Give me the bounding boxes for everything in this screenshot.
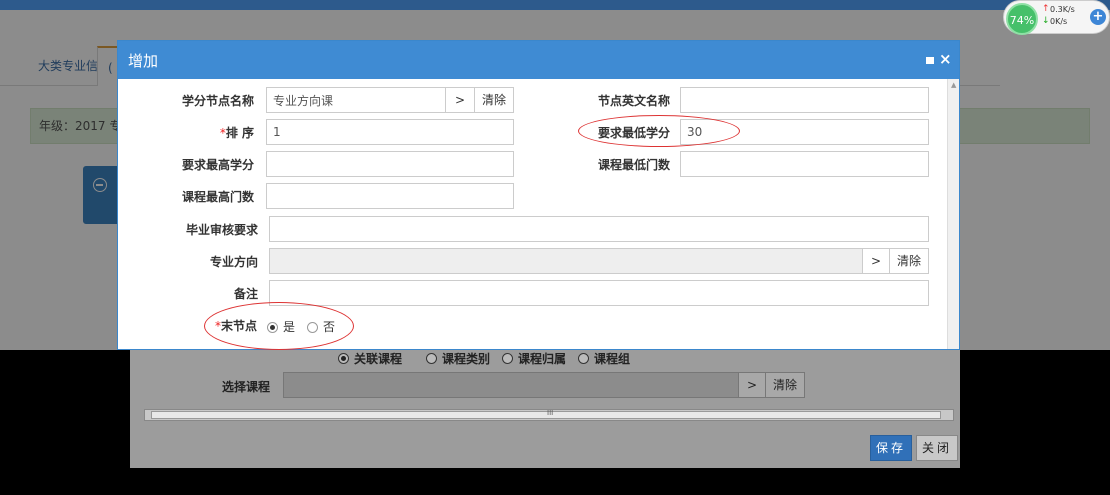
upload-rate: 0.3K/s [1050,5,1075,14]
relation-category-radio[interactable] [426,353,437,364]
usage-percent: 74% [1006,3,1038,35]
dialog-body: 学分节点名称 > 清除 节点英文名称 *排 序 要求最低学分 要求最高学分 课程… [118,79,959,350]
top-bar [0,0,1110,10]
node-name-clear-button[interactable]: 清除 [474,87,514,113]
scroll-thumb[interactable]: III [151,409,941,419]
close-icon[interactable]: × [939,50,952,68]
dialog-title: 增加 [128,52,159,70]
remark-label: 备注 [233,287,258,301]
download-arrow-icon: ↓ [1042,16,1050,26]
horizontal-scrollbar[interactable]: III [144,409,954,421]
direction-clear-button[interactable]: 清除 [889,248,929,274]
remark-input[interactable] [269,280,929,306]
max-courses-input[interactable] [266,183,514,209]
node-name-select-button[interactable]: > [445,87,475,113]
select-course-button[interactable]: > [738,372,766,398]
node-en-name-input[interactable] [680,87,929,113]
select-course-input[interactable] [283,372,739,398]
dialog-header: 增加 × [118,41,959,79]
direction-label: 专业方向 [209,255,258,269]
relation-course-radio[interactable] [338,353,349,364]
select-course-label: 选择课程 [222,380,271,394]
scroll-up-icon[interactable]: ▲ [951,81,956,89]
network-speed-widget[interactable]: 74% ↑ 0.3K/s ↓ 0K/s + [1003,0,1110,35]
vertical-scrollbar[interactable]: ▲ [947,79,959,349]
close-button[interactable]: 关闭 [916,435,958,461]
annotation-ellipse [578,115,740,147]
node-en-name-label: 节点英文名称 [597,94,670,108]
order-label: *排 序 [168,124,254,141]
order-label-text: 排 序 [225,126,254,140]
maximize-icon[interactable] [926,57,934,64]
save-button[interactable]: 保存 [870,435,912,461]
dialog-lower-panel: 关联课程 课程类别 课程归属 课程组 选择课程 > 清除 III 保存 关闭 [130,350,960,468]
plus-icon[interactable]: + [1090,9,1106,25]
select-course-clear-button[interactable]: 清除 [765,372,805,398]
min-courses-input[interactable] [680,151,929,177]
relation-course-label: 关联课程 [354,352,403,366]
annotation-ellipse [204,302,354,350]
relation-belong-radio[interactable] [502,353,513,364]
max-credit-input[interactable] [266,151,514,177]
min-courses-label: 课程最低门数 [597,158,670,172]
relation-group-label: 课程组 [594,352,631,366]
node-name-input[interactable] [266,87,456,113]
download-rate: 0K/s [1050,17,1068,26]
add-dialog: 增加 × 学分节点名称 > 清除 节点英文名称 *排 序 要求最低学分 要求最高… [117,40,960,350]
max-courses-label: 课程最高门数 [181,190,254,204]
relation-category-label: 课程类别 [442,352,491,366]
node-name-label: 学分节点名称 [181,94,254,108]
grad-review-label: 毕业审核要求 [185,223,258,237]
upload-arrow-icon: ↑ [1042,4,1050,14]
direction-select-button[interactable]: > [862,248,890,274]
order-input[interactable] [266,119,514,145]
direction-input[interactable] [269,248,863,274]
scroll-grip-icon: III [547,409,554,417]
max-credit-label: 要求最高学分 [181,158,254,172]
relation-group-radio[interactable] [578,353,589,364]
relation-belong-label: 课程归属 [518,352,567,366]
grad-review-input[interactable] [269,216,929,242]
